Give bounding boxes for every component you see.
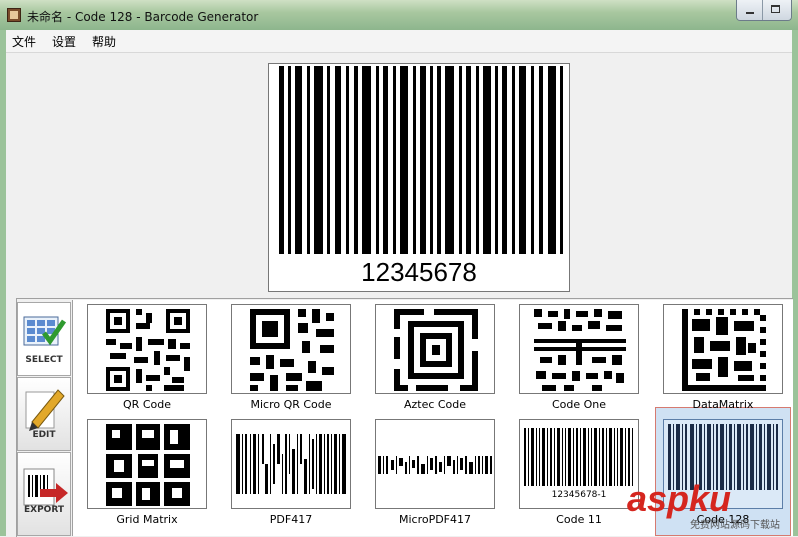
menu-bar: 文件 设置 帮助 [6, 30, 792, 53]
tile-label-grid-matrix: Grid Matrix [116, 513, 178, 526]
select-tab[interactable]: SELECT [17, 302, 71, 376]
edit-tab-icon [25, 389, 65, 431]
datamatrix-icon [682, 309, 766, 391]
menu-file[interactable]: 文件 [12, 33, 36, 50]
tile-micro-qr-code[interactable] [231, 304, 351, 394]
tile-label-datamatrix: DataMatrix [692, 398, 754, 411]
aztec-code-icon [394, 309, 478, 391]
tile-label-code-11: Code 11 [556, 513, 602, 526]
window-controls [736, 0, 792, 21]
window-title: 未命名 - Code 128 - Barcode Generator [27, 10, 259, 24]
select-tab-label: SELECT [25, 355, 63, 365]
tile-label-aztec-code: Aztec Code [403, 398, 467, 411]
tile-code-one[interactable] [519, 304, 639, 394]
pdf417-icon [236, 434, 346, 494]
edit-tab-label: EDIT [32, 430, 56, 440]
micro-qr-code-icon [250, 309, 334, 391]
edit-tab[interactable]: EDIT [17, 377, 71, 451]
export-tab-label: EXPORT [24, 505, 64, 515]
tile-pdf417[interactable] [231, 419, 351, 509]
tile-label-pdf417: PDF417 [269, 513, 313, 526]
tile-label-qr-code: QR Code [123, 398, 171, 411]
tile-label-micro-qr-code: Micro QR Code [250, 398, 332, 411]
barcode-preview: 12345678 [268, 63, 570, 292]
watermark-subtitle: 免费网站源码下载站 [690, 520, 780, 531]
grid-matrix-icon [106, 424, 190, 506]
minimize-button[interactable] [737, 0, 763, 20]
export-tab-icon [23, 468, 68, 506]
micropdf417-icon [378, 456, 492, 474]
tile-aztec-code[interactable] [375, 304, 495, 394]
code-one-icon [534, 309, 626, 391]
watermark-logo: aspku [627, 478, 732, 519]
app-icon [7, 8, 21, 22]
tile-label-code-one: Code One [551, 398, 607, 411]
menu-settings[interactable]: 设置 [52, 33, 76, 50]
select-tab-icon [23, 316, 67, 346]
tile-code-11[interactable]: 12345678-1 [519, 419, 639, 509]
tile-datamatrix[interactable] [663, 304, 783, 394]
menu-help[interactable]: 帮助 [92, 33, 116, 50]
tile-grid-matrix[interactable] [87, 419, 207, 509]
barcode-preview-bars [279, 66, 563, 254]
title-bar: 未命名 - Code 128 - Barcode Generator [0, 0, 798, 30]
qr-code-icon [106, 309, 190, 391]
export-tab[interactable]: EXPORT [17, 452, 71, 536]
barcode-preview-value: 12345678 [361, 257, 477, 287]
code-11-caption: 12345678-1 [551, 490, 607, 500]
tile-label-micropdf417: MicroPDF417 [398, 513, 472, 526]
tile-qr-code[interactable] [87, 304, 207, 394]
maximize-button[interactable] [763, 0, 791, 20]
tile-micropdf417[interactable] [375, 419, 495, 509]
